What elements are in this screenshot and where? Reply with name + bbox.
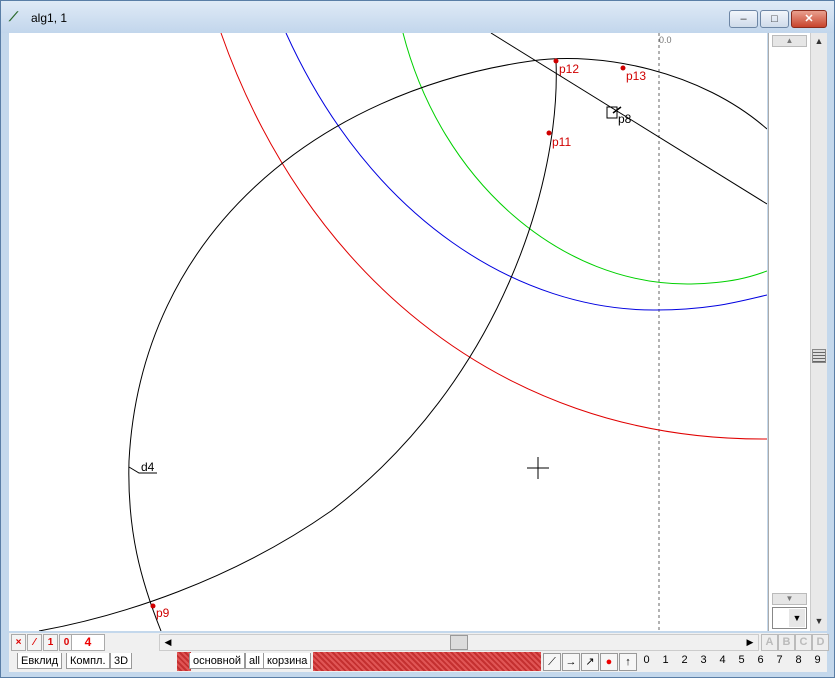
layer-dropdown[interactable]: ▼: [772, 607, 807, 629]
digit-button[interactable]: 9: [808, 654, 827, 666]
up-arrow-tool-icon[interactable]: ↑: [619, 653, 637, 671]
point-label-p9: p9: [156, 606, 170, 620]
digit-button[interactable]: 3: [694, 654, 713, 666]
digit-button[interactable]: 0: [637, 654, 656, 666]
tab-bar: Евклид Компл. 3D основной all корзина ⟋ …: [9, 652, 827, 672]
point-label-p12: p12: [559, 62, 579, 76]
window-title: alg1, 1: [31, 11, 68, 25]
geometry-drawing[interactable]: 0.0 d4 p8 p12 p13 p11 p9: [9, 33, 767, 631]
layer-b-button[interactable]: B: [778, 634, 795, 651]
point-label-p8: p8: [618, 112, 632, 126]
layer-d-button[interactable]: D: [812, 634, 829, 651]
digit-button[interactable]: 6: [751, 654, 770, 666]
mode-1-button[interactable]: 1: [43, 634, 58, 651]
layer-a-button[interactable]: A: [761, 634, 778, 651]
point-p13[interactable]: [620, 65, 626, 71]
crosshair-icon: [527, 457, 549, 479]
delete-button[interactable]: ×: [11, 634, 26, 651]
axis-label: 0.0: [659, 35, 672, 45]
side-panel: ▲ ▼ ▼: [768, 33, 810, 631]
tab-main[interactable]: основной: [189, 653, 245, 669]
scroll-right-icon[interactable]: ▶: [742, 635, 758, 650]
digit-button[interactable]: 7: [770, 654, 789, 666]
close-button[interactable]: ✕: [791, 10, 827, 28]
digit-buttons: 0123456789: [637, 654, 827, 666]
digit-button[interactable]: 4: [713, 654, 732, 666]
dropdown-arrow-icon[interactable]: ▼: [789, 609, 805, 627]
title-bar[interactable]: ⟋ alg1, 1 – □ ✕: [1, 1, 834, 33]
digit-button[interactable]: 2: [675, 654, 694, 666]
digit-button[interactable]: 5: [732, 654, 751, 666]
scroll-down-icon[interactable]: ▼: [811, 613, 827, 629]
tab-euclid[interactable]: Евклид: [17, 653, 63, 669]
blue-circle[interactable]: [285, 33, 767, 311]
point-p12[interactable]: [553, 58, 559, 64]
maximize-button[interactable]: □: [760, 10, 789, 28]
segment-tool-icon[interactable]: ⟋: [543, 653, 561, 671]
scroll-left-icon[interactable]: ◀: [160, 635, 176, 650]
panel-up-button[interactable]: ▲: [772, 35, 807, 47]
line-mode-button[interactable]: ⁄: [27, 634, 42, 651]
line-label-d4: d4: [141, 460, 155, 474]
layer-c-button[interactable]: C: [795, 634, 812, 651]
point-label-p13: p13: [626, 69, 646, 83]
status-bar: × ⁄ 1 0 4 ◀ ▶ A B C D: [9, 633, 829, 652]
object-count: 4: [71, 634, 105, 651]
tab-all[interactable]: all: [245, 653, 265, 669]
tab-complex[interactable]: Компл.: [66, 653, 110, 669]
vector-tool-icon[interactable]: ↗: [581, 653, 599, 671]
point-label-p11: p11: [552, 135, 571, 149]
geometry-app-icon: ⟋: [9, 9, 19, 24]
p8-box: [606, 106, 618, 119]
vertical-scrollbar[interactable]: ▲ ▼: [810, 33, 827, 631]
point-p9[interactable]: [150, 603, 156, 609]
arrow-tool-icon[interactable]: →: [562, 653, 580, 671]
drawing-canvas[interactable]: 0.0 d4 p8 p12 p13 p11 p9: [9, 33, 767, 631]
black-arc[interactable]: [38, 60, 557, 631]
red-circle[interactable]: [220, 33, 767, 440]
digit-button[interactable]: 1: [656, 654, 675, 666]
scroll-up-icon[interactable]: ▲: [811, 33, 827, 49]
digit-button[interactable]: 8: [789, 654, 808, 666]
point-p11[interactable]: [546, 130, 552, 136]
point-tool-icon[interactable]: ●: [600, 653, 618, 671]
panel-down-button[interactable]: ▼: [772, 593, 807, 605]
tab-trash[interactable]: корзина: [263, 653, 312, 669]
scroll-thumb[interactable]: [812, 349, 826, 363]
hscroll-thumb[interactable]: [450, 635, 468, 650]
horizontal-scrollbar[interactable]: ◀ ▶: [159, 634, 759, 651]
minimize-button[interactable]: –: [729, 10, 758, 28]
app-window: ⟋ alg1, 1 – □ ✕ 0.0 d4 p8 p12 p13 p11 p9…: [0, 0, 835, 678]
tab-3d[interactable]: 3D: [110, 653, 133, 669]
tab-strip-fill-2: [313, 652, 541, 671]
